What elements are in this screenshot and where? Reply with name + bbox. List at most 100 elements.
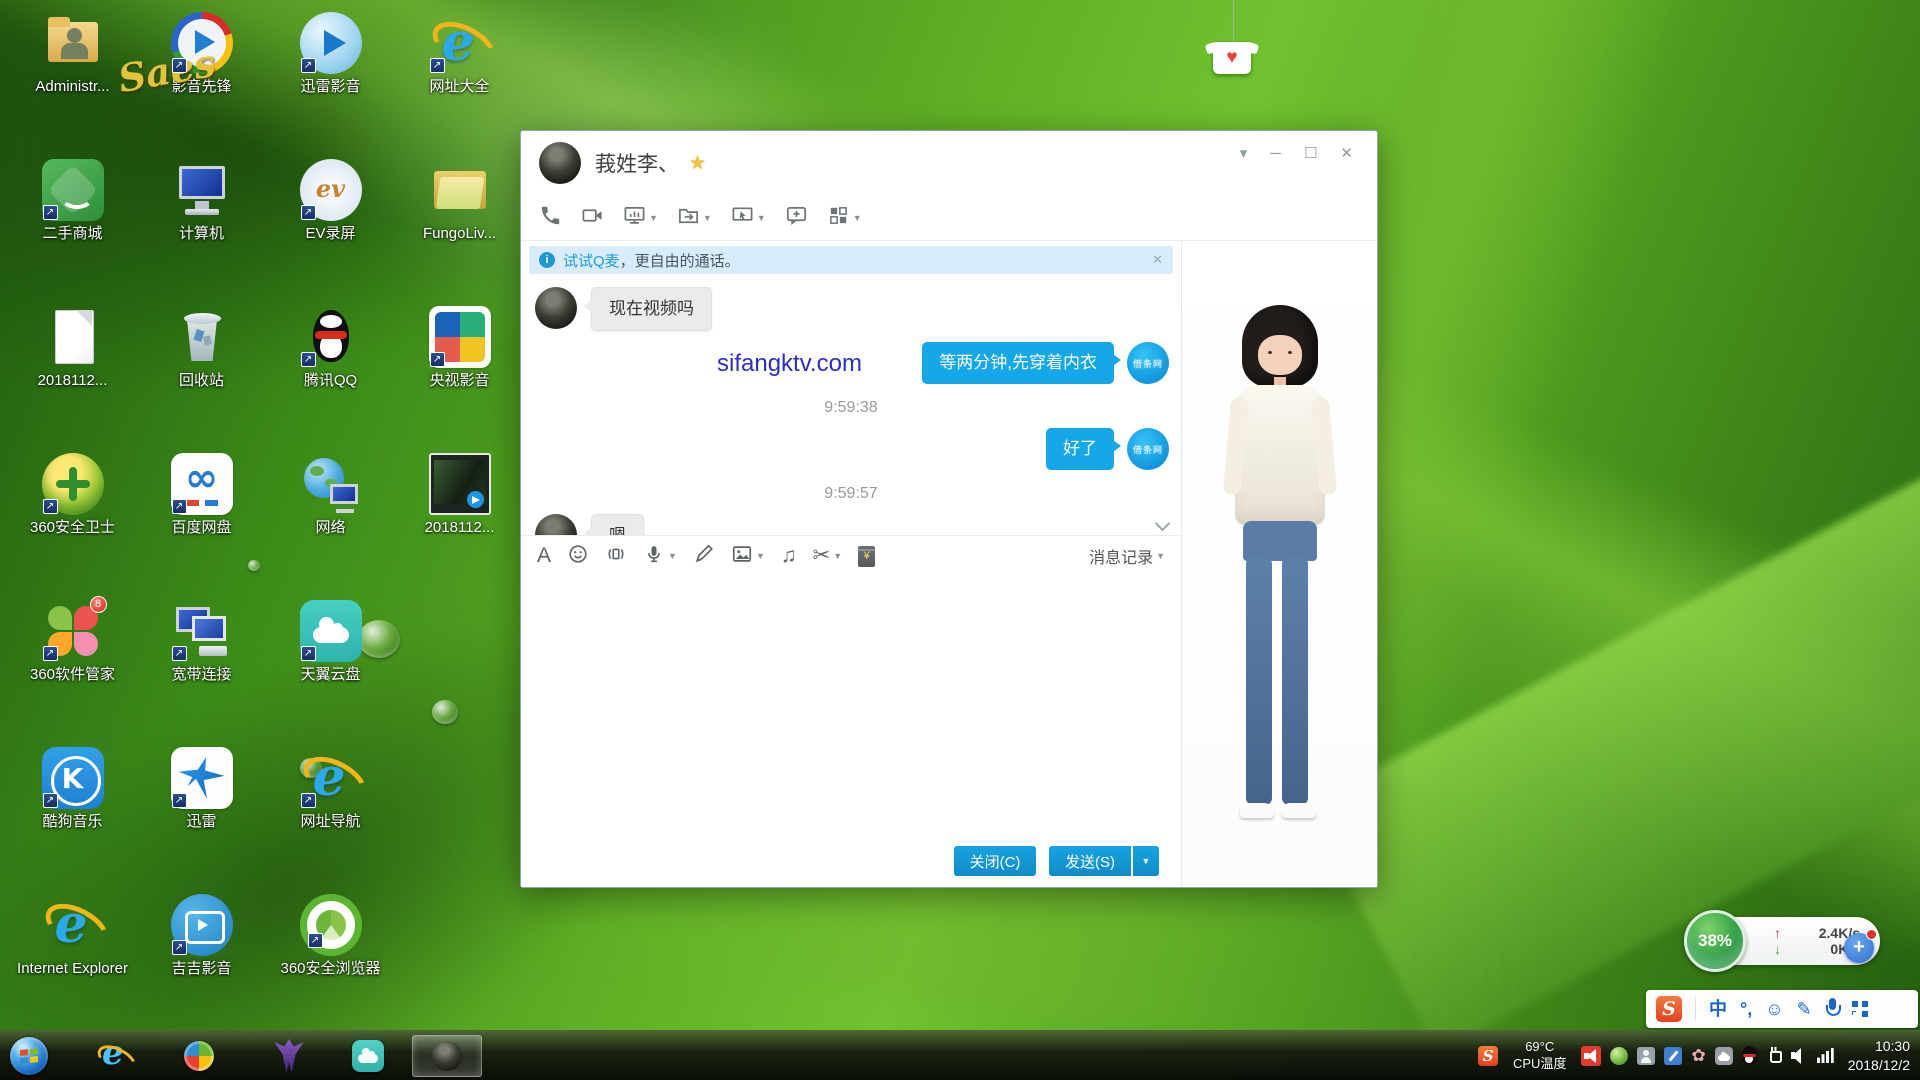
contact-avatar[interactable]	[535, 514, 577, 535]
net-speed-widget[interactable]: ↑2.4K/s ↓0K/s + 38%	[1688, 910, 1880, 972]
qmic-link[interactable]: 试试Q麦	[563, 250, 620, 271]
emoji-picker-button[interactable]: ☺	[1765, 996, 1783, 1022]
chat-task-button[interactable]	[412, 1035, 482, 1077]
girl-jeans	[1243, 521, 1317, 561]
qq-show-panel[interactable]	[1181, 241, 1377, 887]
360-manager-icon: ↗8	[42, 600, 104, 662]
banner-close-icon[interactable]: ✕	[1152, 252, 1163, 268]
remote-desktop-button[interactable]: ▼	[731, 204, 766, 232]
desktop-icon-360-browser[interactable]: ↗360安全浏览器	[266, 888, 395, 1035]
screen-share-button[interactable]: ▼	[623, 204, 658, 232]
sogou-logo-icon[interactable]: S	[1656, 996, 1682, 1022]
video-call-button[interactable]	[581, 204, 604, 232]
shortcut-arrow-icon: ↗	[43, 646, 58, 661]
desktop-icon-xunlei-player[interactable]: ↗迅雷影音	[266, 6, 395, 153]
desktop-icon-e-ring[interactable]: Internet Explorer	[8, 888, 137, 1035]
send-button[interactable]: 发送(S)	[1049, 846, 1131, 876]
self-avatar[interactable]: 借条网	[1127, 428, 1169, 470]
window-menu-button[interactable]: ▾	[1240, 145, 1248, 163]
contact-avatar[interactable]	[535, 287, 577, 329]
create-chat-button[interactable]	[785, 204, 808, 232]
self-avatar[interactable]: 借条网	[1127, 342, 1169, 384]
internet-explorer-task[interactable]	[96, 1039, 136, 1075]
desktop-icon-recycle-bin[interactable]: 回收站	[137, 300, 266, 447]
desktop-icon-e-ring[interactable]: ↗网址导航	[266, 741, 395, 888]
voice-message-button[interactable]: ▼	[643, 543, 677, 570]
notification-badge: 8	[90, 596, 107, 613]
flower-app-icon[interactable]: ✿	[1691, 1047, 1705, 1065]
desktop-icon-ev[interactable]: ↗EV录屏	[266, 153, 395, 300]
360-browser-task[interactable]	[184, 1041, 214, 1071]
close-button[interactable]: ✕	[1340, 145, 1353, 163]
volume-icon[interactable]	[1791, 1048, 1808, 1064]
desktop-icon-green-box[interactable]: ↗二手商城	[8, 153, 137, 300]
girl-leg-left	[1246, 557, 1272, 805]
red-packet-button[interactable]	[858, 546, 875, 567]
taskbar-clock[interactable]: 10:30 2018/12/2	[1848, 1037, 1910, 1075]
font-style-button[interactable]: A	[537, 545, 551, 567]
shortcut-arrow-icon: ↗	[172, 940, 187, 955]
emoji-button[interactable]	[567, 543, 589, 570]
announcement-icon[interactable]	[1581, 1046, 1601, 1066]
window-shake-button[interactable]	[605, 543, 627, 570]
user-status-icon[interactable]	[1637, 1047, 1655, 1065]
desktop-icon-cctv[interactable]: ↗央视影音	[395, 300, 524, 447]
desktop-icon-grid: Administr...↗影音先锋↗迅雷影音↗网址大全↗二手商城计算机↗EV录屏…	[8, 6, 538, 1035]
window-shake-icon	[605, 543, 627, 570]
pinyin-tool-icon[interactable]	[1664, 1047, 1682, 1065]
voice-input-icon[interactable]	[1825, 997, 1839, 1021]
desktop-icon-e-ring[interactable]: ↗网址大全	[395, 6, 524, 153]
xunlei-player-icon: ↗	[300, 12, 362, 74]
network-signal-icon[interactable]	[1817, 1048, 1834, 1063]
cloud-sync-icon[interactable]	[1715, 1047, 1733, 1065]
desktop-icon-row: ↗二手商城计算机↗EV录屏FungoLiv...	[8, 153, 538, 300]
memory-ball[interactable]: 38%	[1684, 910, 1746, 972]
desktop-icon-xunlei[interactable]: ↗迅雷	[137, 741, 266, 888]
toolbox-icon[interactable]	[1852, 1001, 1868, 1017]
360-safety-icon[interactable]	[1610, 1047, 1628, 1065]
punctuation-mode-button[interactable]: °,	[1740, 996, 1752, 1022]
sogou-ime-icon[interactable]: S	[1478, 1046, 1498, 1066]
desktop-icon-qq-penguin[interactable]: ↗腾讯QQ	[266, 300, 395, 447]
screen-capture-button[interactable]: ✂▼	[813, 545, 843, 567]
minimize-button[interactable]: ─	[1270, 145, 1281, 163]
desktop-icon-baidu-pan[interactable]: ↗百度网盘	[137, 447, 266, 594]
qq-tray-icon[interactable]	[1742, 1046, 1757, 1065]
desktop-icon-computer[interactable]: 计算机	[137, 153, 266, 300]
power-icon[interactable]	[1766, 1047, 1782, 1065]
desktop-icon-user-folder[interactable]: Administr...	[8, 6, 137, 153]
broadband-icon: ↗	[171, 600, 233, 662]
desktop-icon-360-manager[interactable]: ↗8360软件管家	[8, 594, 137, 741]
qmic-banner: i 试试Q麦 ，更自由的通话。 ✕	[529, 246, 1173, 274]
contact-name[interactable]: 莪姓李、	[595, 148, 679, 178]
close-button[interactable]: 关闭(C)	[954, 846, 1036, 876]
scroll-down-icon[interactable]	[1155, 517, 1171, 531]
desktop-icon-kugou[interactable]: ↗酷狗音乐	[8, 741, 137, 888]
apps-button[interactable]: ▼	[827, 204, 862, 232]
desktop-icon-document[interactable]: 2018112...	[8, 300, 137, 447]
shortcut-arrow-icon: ↗	[172, 58, 187, 73]
handwriting-button[interactable]	[693, 543, 715, 570]
file-transfer-button[interactable]: ▼	[677, 204, 712, 232]
desktop-icon-360-shield[interactable]: ↗360安全卫士	[8, 447, 137, 594]
chinese-mode-button[interactable]: 中	[1709, 996, 1727, 1022]
network-icon	[300, 453, 362, 515]
voice-call-button[interactable]	[539, 204, 562, 232]
desktop-icon-cloud-teal[interactable]: ↗天翼云盘	[266, 594, 395, 741]
contact-avatar[interactable]	[539, 142, 581, 184]
desktop-icon-broadband[interactable]: ↗宽带连接	[137, 594, 266, 741]
desktop-icon-video-file[interactable]: 2018112...	[395, 447, 524, 594]
message-input[interactable]	[521, 577, 1181, 836]
desktop-icon-network[interactable]: 网络	[266, 447, 395, 594]
send-image-button[interactable]: ▼	[731, 543, 765, 570]
music-share-button[interactable]: ♫	[781, 545, 797, 567]
message-history-button[interactable]: 消息记录 ▼	[1089, 544, 1165, 568]
desktop-icon-jiji[interactable]: ↗吉吉影音	[137, 888, 266, 1035]
handwriting-input-button[interactable]: ✎	[1797, 996, 1812, 1022]
cloud-drive-task[interactable]	[352, 1040, 384, 1072]
media-player-task[interactable]	[274, 1039, 304, 1073]
start-button[interactable]	[10, 1037, 48, 1075]
send-options-caret[interactable]: ▼	[1133, 846, 1159, 876]
desktop-icon-fungo[interactable]: FungoLiv...	[395, 153, 524, 300]
maximize-button[interactable]: ☐	[1304, 145, 1317, 163]
